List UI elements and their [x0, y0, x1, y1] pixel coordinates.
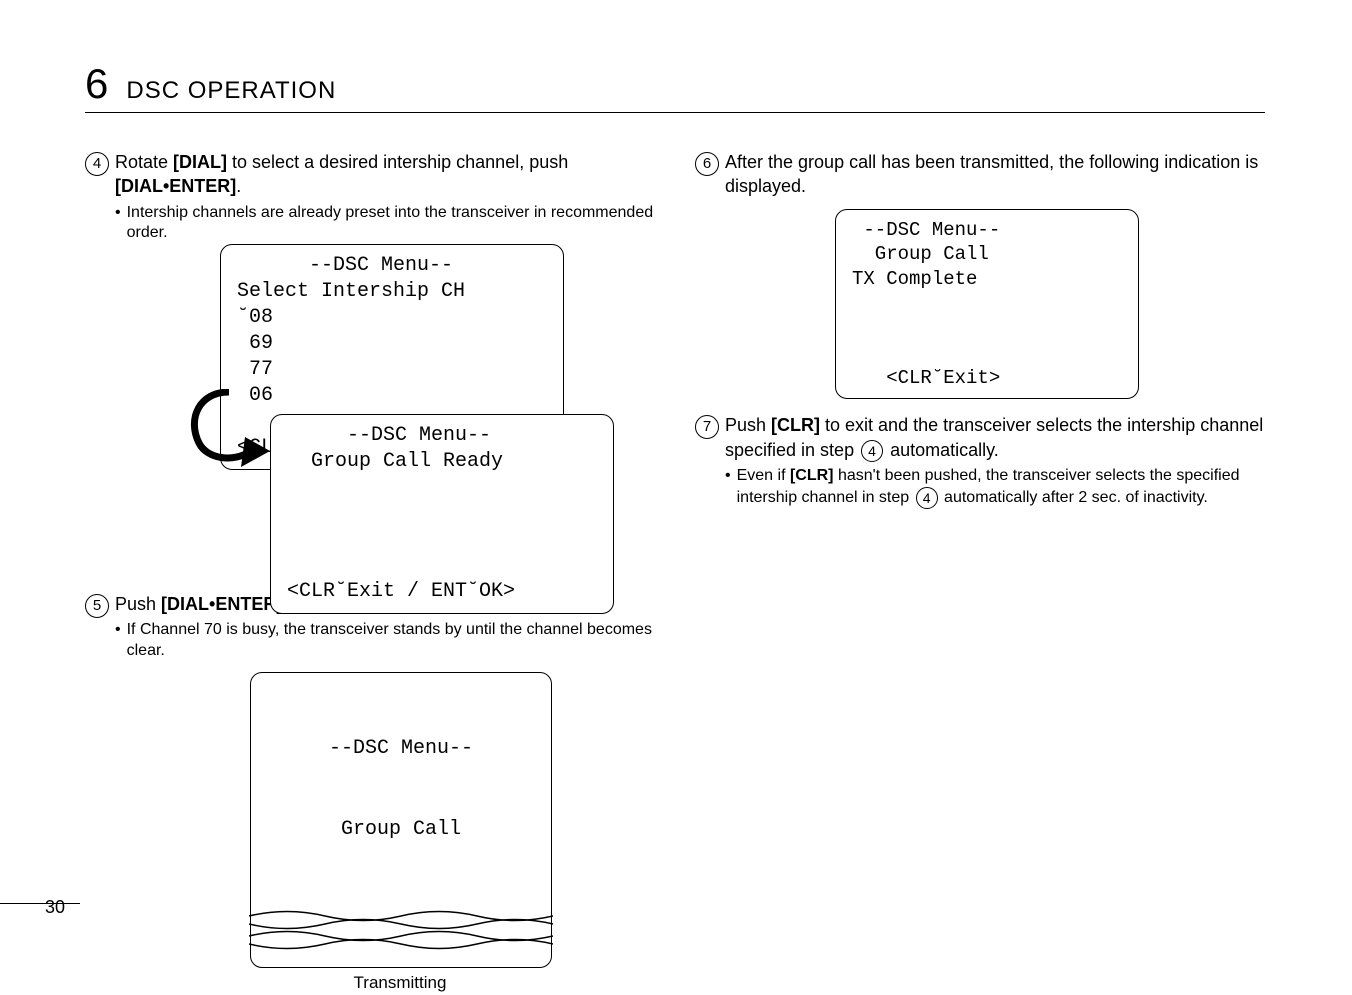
step-ref-4: 4	[916, 487, 938, 509]
bullet-dot: •	[115, 203, 121, 245]
step-7-marker: 7	[695, 415, 719, 439]
text: Even if	[737, 467, 790, 484]
dial-enter-label: [DIAL•ENTER]	[115, 176, 236, 196]
bullet-7-text: Even if [CLR] hasn't been pushed, the tr…	[737, 466, 1265, 509]
text: Push	[725, 415, 771, 435]
page-number: 30	[45, 897, 65, 918]
text: .	[236, 176, 241, 196]
step-4-marker: 4	[85, 152, 109, 176]
text: to select a desired intership channel, p…	[227, 152, 568, 172]
step-7-text: Push [CLR] to exit and the transceiver s…	[725, 413, 1265, 462]
step-6-marker: 6	[695, 152, 719, 176]
step-6-text: After the group call has been transmitte…	[725, 150, 1265, 199]
lcd-transmitting: --DSC Menu-- Group Call	[250, 672, 552, 968]
step-5-marker: 5	[85, 594, 109, 618]
text: Rotate	[115, 152, 173, 172]
chapter-title: DSC OPERATION	[126, 77, 336, 105]
caption-transmitting: Transmitting	[250, 972, 550, 995]
text: automatically.	[885, 440, 999, 460]
arrow-icon	[185, 389, 275, 479]
dial-enter-label: [DIAL•ENTER]	[161, 594, 282, 614]
bullet-dot: •	[725, 466, 731, 509]
lcd-tx-complete: --DSC Menu-- Group Call TX Complete <CLR…	[835, 209, 1139, 400]
header-rule	[85, 112, 1265, 113]
bullet-4-text: Intership channels are already preset in…	[127, 203, 655, 245]
text: automatically after 2 sec. of inactivity…	[940, 489, 1208, 506]
step-4-text: Rotate [DIAL] to select a desired inters…	[115, 150, 655, 199]
lcd-group-call-ready: --DSC Menu-- Group Call Ready <CLR˘Exit …	[270, 414, 614, 614]
clr-label: [CLR]	[771, 415, 820, 435]
text: Push	[115, 594, 161, 614]
lcd-line: Group Call	[263, 816, 539, 843]
lcd-line: --DSC Menu--	[263, 735, 539, 762]
step-ref-4: 4	[861, 440, 883, 462]
clr-label: [CLR]	[790, 467, 834, 484]
bullet-dot: •	[115, 620, 121, 662]
bullet-5-text: If Channel 70 is busy, the transceiver s…	[127, 620, 655, 662]
footer-rule	[0, 903, 80, 904]
chapter-number: 6	[85, 60, 108, 108]
dial-label: [DIAL]	[173, 152, 227, 172]
